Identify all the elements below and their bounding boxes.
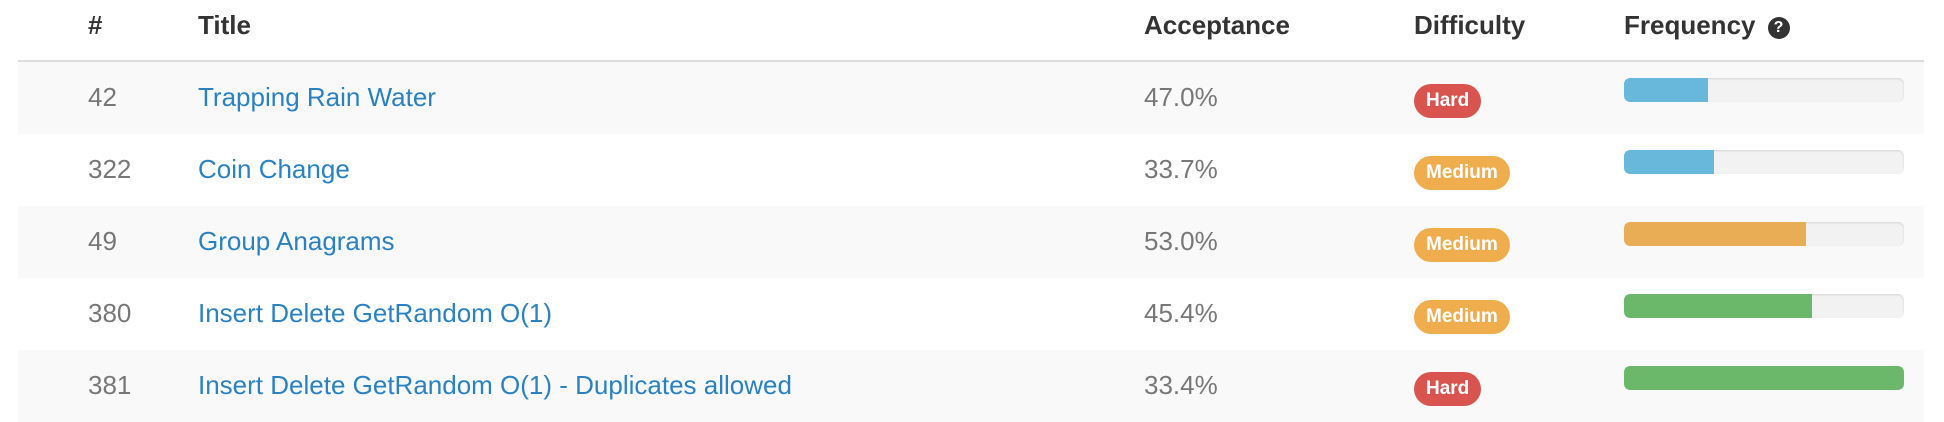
frequency-bar-fill bbox=[1624, 78, 1708, 102]
column-header-title[interactable]: Title bbox=[198, 10, 251, 41]
column-header-frequency-label[interactable]: Frequency bbox=[1624, 10, 1756, 40]
difficulty-badge: Medium bbox=[1414, 228, 1510, 262]
frequency-bar bbox=[1624, 222, 1904, 246]
column-header-difficulty[interactable]: Difficulty bbox=[1414, 10, 1525, 41]
difficulty-badge: Medium bbox=[1414, 156, 1510, 190]
table-body: 42 Trapping Rain Water 47.0% Hard 322 Coin Ch… bbox=[18, 62, 1924, 422]
table-row: 49 Group Anagrams 53.0% Medium bbox=[18, 206, 1924, 278]
problem-number: 380 bbox=[88, 298, 132, 328]
acceptance-rate: 47.0% bbox=[1144, 82, 1218, 112]
frequency-bar bbox=[1624, 366, 1904, 390]
table-row: 380 Insert Delete GetRandom O(1) 45.4% Medi… bbox=[18, 278, 1924, 350]
problem-number: 49 bbox=[88, 226, 117, 256]
table-row: 381 Insert Delete GetRandom O(1) - Duplic… bbox=[18, 350, 1924, 422]
problem-title-link[interactable]: Insert Delete GetRandom O(1) bbox=[198, 298, 552, 329]
table-row: 322 Coin Change 33.7% Medium bbox=[18, 134, 1924, 206]
problem-title-link[interactable]: Trapping Rain Water bbox=[198, 82, 436, 113]
problem-table: # Title Acceptance Difficulty Frequency?… bbox=[18, 0, 1924, 422]
column-header-number[interactable]: # bbox=[88, 10, 102, 41]
frequency-bar bbox=[1624, 78, 1904, 102]
frequency-bar-fill bbox=[1624, 366, 1904, 390]
acceptance-rate: 53.0% bbox=[1144, 226, 1218, 256]
acceptance-rate: 33.7% bbox=[1144, 154, 1218, 184]
problem-title-link[interactable]: Coin Change bbox=[198, 154, 350, 185]
difficulty-badge: Medium bbox=[1414, 300, 1510, 334]
difficulty-badge: Hard bbox=[1414, 372, 1482, 406]
difficulty-badge: Hard bbox=[1414, 84, 1482, 118]
problem-title-link[interactable]: Group Anagrams bbox=[198, 226, 395, 257]
acceptance-rate: 45.4% bbox=[1144, 298, 1218, 328]
problem-number: 42 bbox=[88, 82, 117, 112]
frequency-bar-fill bbox=[1624, 294, 1812, 318]
frequency-bar-fill bbox=[1624, 150, 1714, 174]
column-header-frequency[interactable]: Frequency? bbox=[1624, 10, 1790, 41]
problem-number: 381 bbox=[88, 370, 132, 400]
table-header: # Title Acceptance Difficulty Frequency? bbox=[18, 0, 1924, 62]
question-circle-icon[interactable]: ? bbox=[1767, 17, 1790, 39]
column-header-acceptance[interactable]: Acceptance bbox=[1144, 10, 1290, 41]
frequency-bar bbox=[1624, 150, 1904, 174]
frequency-bar-fill bbox=[1624, 222, 1806, 246]
problem-title-link[interactable]: Insert Delete GetRandom O(1) - Duplicate… bbox=[198, 370, 792, 401]
frequency-bar bbox=[1624, 294, 1904, 318]
problem-number: 322 bbox=[88, 154, 132, 184]
acceptance-rate: 33.4% bbox=[1144, 370, 1218, 400]
table-row: 42 Trapping Rain Water 47.0% Hard bbox=[18, 62, 1924, 134]
